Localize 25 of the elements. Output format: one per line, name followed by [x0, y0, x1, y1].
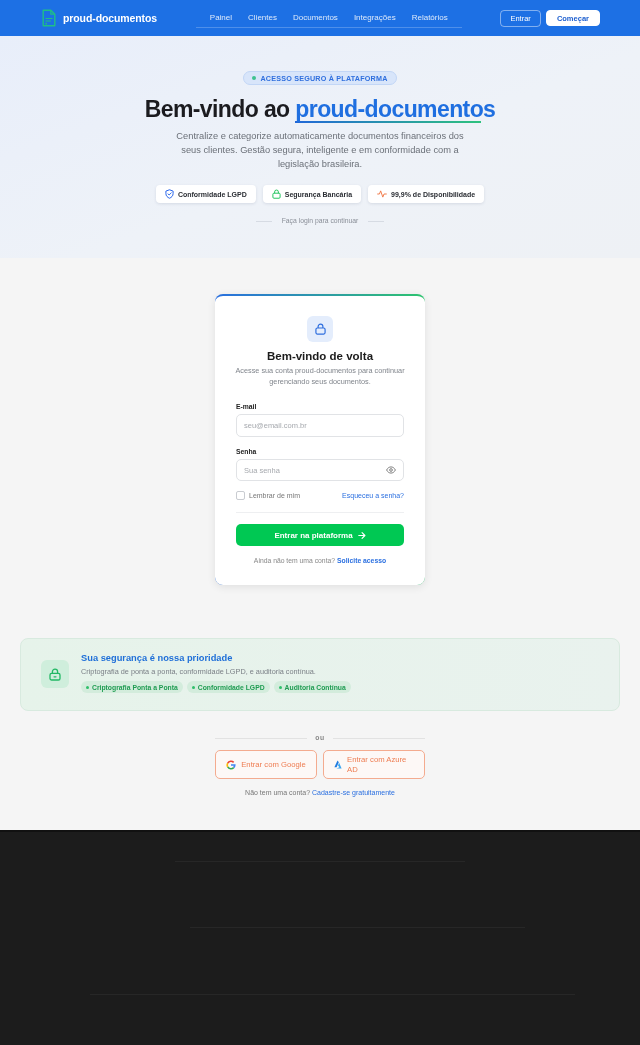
dot-icon	[191, 685, 195, 689]
document-icon[interactable]	[42, 9, 56, 27]
checkbox[interactable]	[236, 490, 245, 500]
shield-icon	[164, 189, 174, 199]
login-title: Bem-vindo de volta	[266, 349, 374, 363]
dot-icon	[278, 685, 282, 689]
security-title: Sua segurança é nossa prioridade	[81, 652, 234, 664]
nav-link[interactable]: Relatórios	[403, 13, 456, 22]
azure-logo-icon	[334, 760, 342, 769]
nav-link[interactable]: Integrações	[345, 13, 404, 22]
nav-link[interactable]: Clientes	[240, 13, 285, 22]
submit-button[interactable]: Entrar na plataforma	[236, 524, 404, 546]
eye-icon[interactable]	[386, 466, 396, 474]
hero-description: Centralize e categorize automaticamente documentos financeiros dos seus clientes. Gestão segura, inteligente e em conformidade com a legislação brasileira.	[175, 130, 465, 171]
pulse-icon	[377, 190, 388, 198]
dot-icon	[252, 76, 257, 80]
lock-icon	[271, 189, 281, 199]
brand-name[interactable]: proud-documentos	[63, 12, 158, 24]
lock-icon	[307, 316, 333, 342]
lock-icon	[41, 660, 69, 688]
nav-link[interactable]: Documentos	[284, 13, 346, 22]
nav-link[interactable]: Painel	[201, 13, 241, 22]
dot-icon	[86, 685, 89, 689]
google-g-icon	[226, 759, 237, 770]
arrow-icon	[357, 531, 366, 539]
